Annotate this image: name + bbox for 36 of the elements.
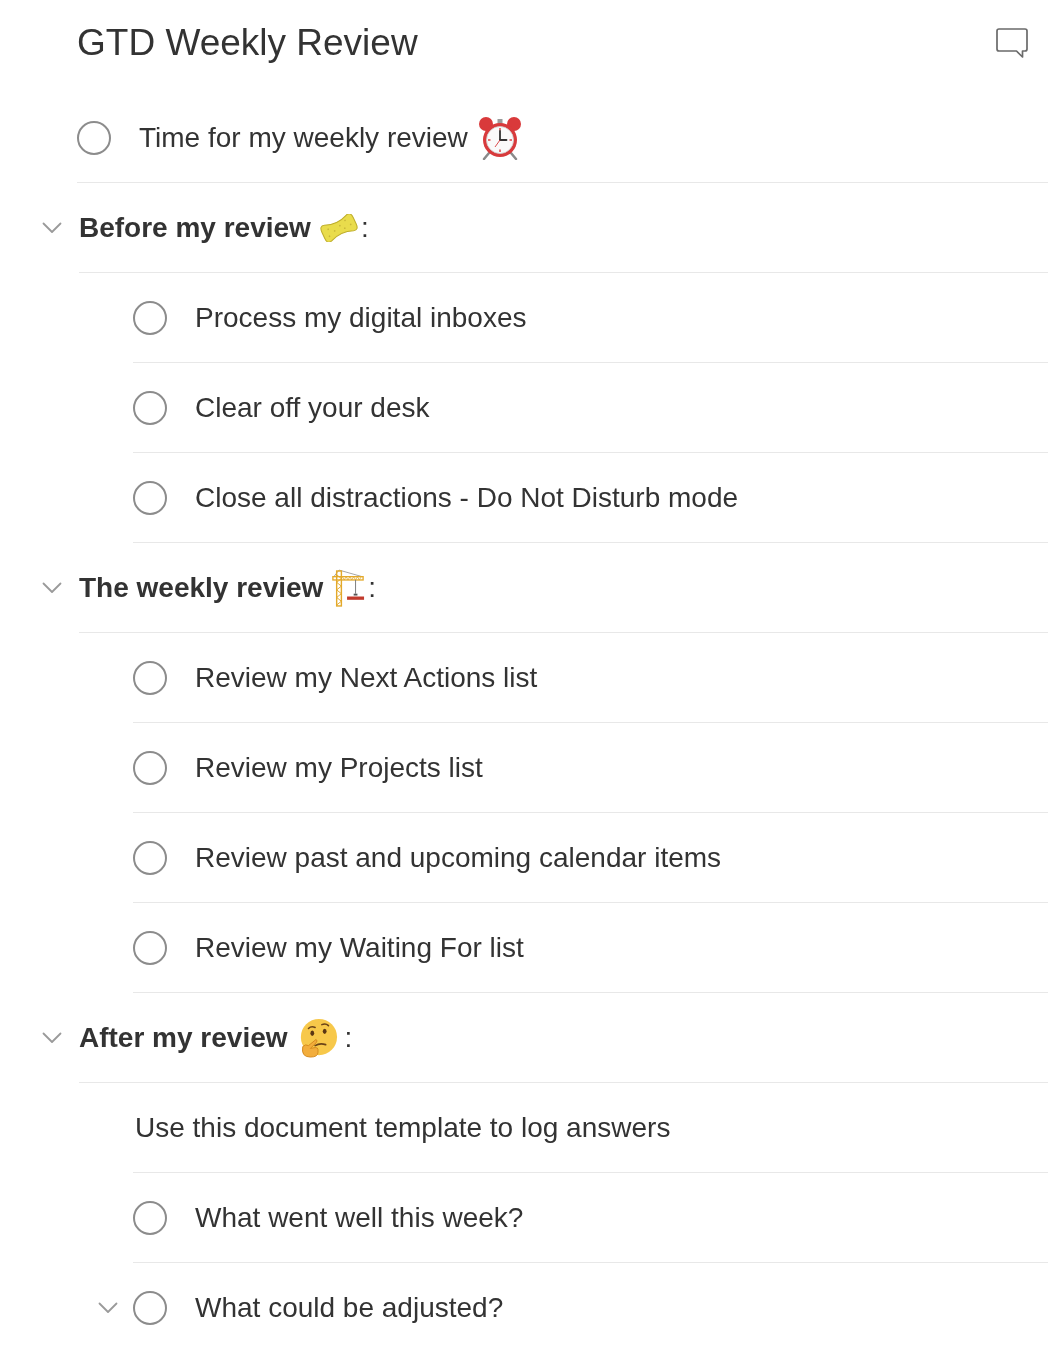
task-checkbox[interactable] xyxy=(133,480,167,515)
task-title: Review my Projects list xyxy=(195,751,483,784)
note-text: Use this document template to log answers xyxy=(134,1111,671,1144)
section-colon: : xyxy=(344,1021,353,1054)
project-title: GTD Weekly Review xyxy=(77,21,418,64)
task-title: What went well this week? xyxy=(195,1201,524,1234)
crane-icon xyxy=(331,568,366,607)
task-title: Process my digital inboxes xyxy=(195,301,527,334)
chevron-icon[interactable] xyxy=(42,222,62,234)
task-checkbox[interactable] xyxy=(133,1200,167,1235)
chevron-icon[interactable] xyxy=(98,1302,118,1314)
task-checkbox[interactable] xyxy=(133,930,167,965)
section-title: After my review xyxy=(79,1021,288,1054)
section-title: Before my review xyxy=(79,211,311,244)
section-title: The weekly review xyxy=(79,571,324,604)
task-checkbox[interactable] xyxy=(133,750,167,785)
task-checkbox[interactable] xyxy=(133,660,167,695)
section-colon: : xyxy=(360,211,369,244)
chevron-icon[interactable] xyxy=(42,1032,62,1044)
task-checkbox[interactable] xyxy=(133,390,167,425)
task-checkbox[interactable] xyxy=(133,300,167,335)
task-title: What could be adjusted? xyxy=(195,1291,504,1324)
task-checkbox[interactable] xyxy=(133,1290,167,1325)
task-title: Close all distractions - Do Not Disturb mode xyxy=(195,481,739,514)
task-title: Review past and upcoming calendar items xyxy=(195,841,722,874)
sponge-icon xyxy=(319,213,358,242)
alarm-clock-icon xyxy=(477,115,522,160)
task-title: Time for my weekly review xyxy=(139,121,468,154)
task-title: Review my Waiting For list xyxy=(195,931,524,964)
chevron-icon[interactable] xyxy=(42,582,62,594)
task-title: Review my Next Actions list xyxy=(195,661,538,694)
section-colon: : xyxy=(368,571,377,604)
comment-icon[interactable] xyxy=(995,26,1029,59)
task-checkbox[interactable] xyxy=(133,840,167,875)
task-checkbox[interactable] xyxy=(77,120,111,155)
task-title: Clear off your desk xyxy=(195,391,430,424)
